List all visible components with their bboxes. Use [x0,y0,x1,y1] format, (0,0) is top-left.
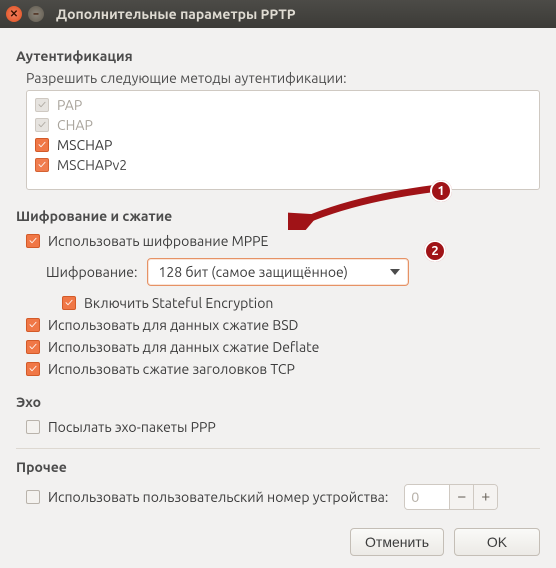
echo-label: Посылать эхо-пакеты PPP [48,419,216,435]
echo-row[interactable]: Посылать эхо-пакеты PPP [16,416,540,438]
enc-section-title: Шифрование и сжатие [16,208,540,224]
auth-section-title: Аутентификация [16,48,540,64]
auth-method-mschap[interactable]: ✓ MSCHAP [27,135,539,155]
auth-method-label: CHAP [57,117,93,133]
unit-input[interactable] [405,485,449,509]
checkbox-icon: ✓ [26,318,40,332]
chevron-down-icon [390,269,400,275]
checkbox-icon [26,420,40,434]
custom-unit-label: Использовать пользовательский номер устр… [48,489,388,505]
window-minimize-button[interactable]: – [28,6,44,22]
auth-method-mschapv2[interactable]: ✓ MSCHAPv2 [27,155,539,175]
auth-prompt: Разрешить следующие методы аутентификаци… [26,70,540,86]
mppe-row[interactable]: ✓ Использовать шифрование MPPE [16,230,540,252]
cancel-button[interactable]: Отменить [350,528,444,556]
cipher-value: 128 бит (самое защищённое) [158,264,347,280]
echo-section-title: Эхо [16,394,540,410]
unit-increment-button[interactable]: + [473,485,497,509]
auth-method-pap[interactable]: ✓ PAP [27,95,539,115]
deflate-label: Использовать для данных сжатие Deflate [48,339,319,355]
auth-method-label: MSCHAP [57,137,112,153]
checkbox-icon: ✓ [35,118,49,132]
tcp-label: Использовать сжатие заголовков TCP [48,361,295,377]
bsd-label: Использовать для данных сжатие BSD [48,317,298,333]
checkbox-icon: ✓ [35,158,49,172]
misc-section-title: Прочее [16,459,540,475]
checkbox-icon: ✓ [62,296,76,310]
checkbox-icon: ✓ [35,138,49,152]
ok-button[interactable]: OK [454,528,540,556]
window-close-button[interactable]: ✕ [6,6,22,22]
stateful-label: Включить Stateful Encryption [84,295,273,311]
separator [16,448,540,449]
unit-decrement-button[interactable]: − [449,485,473,509]
deflate-row[interactable]: ✓ Использовать для данных сжатие Deflate [16,336,540,358]
checkbox-icon: ✓ [35,98,49,112]
tcp-row[interactable]: ✓ Использовать сжатие заголовков TCP [16,358,540,380]
auth-method-label: PAP [57,97,82,113]
checkbox-icon [26,490,40,504]
cipher-select[interactable]: 128 бит (самое защищённое) [147,258,409,286]
auth-method-chap[interactable]: ✓ CHAP [27,115,539,135]
unit-spinner[interactable]: − + [404,484,498,510]
cipher-row: Шифрование: 128 бит (самое защищённое) [16,252,540,292]
window-title: Дополнительные параметры PPTP [56,6,296,22]
dialog-buttons: Отменить OK [350,528,540,556]
checkbox-icon: ✓ [26,234,40,248]
mppe-label: Использовать шифрование MPPE [48,233,268,249]
custom-unit-row[interactable]: Использовать пользовательский номер устр… [16,481,540,513]
cipher-label: Шифрование: [46,264,137,280]
titlebar: ✕ – Дополнительные параметры PPTP [0,0,556,28]
checkbox-icon: ✓ [26,340,40,354]
auth-method-label: MSCHAPv2 [57,157,127,173]
stateful-row[interactable]: ✓ Включить Stateful Encryption [16,292,540,314]
bsd-row[interactable]: ✓ Использовать для данных сжатие BSD [16,314,540,336]
checkbox-icon: ✓ [26,362,40,376]
auth-methods-list[interactable]: ✓ PAP ✓ CHAP ✓ MSCHAP ✓ MSCHAPv2 [26,90,540,190]
